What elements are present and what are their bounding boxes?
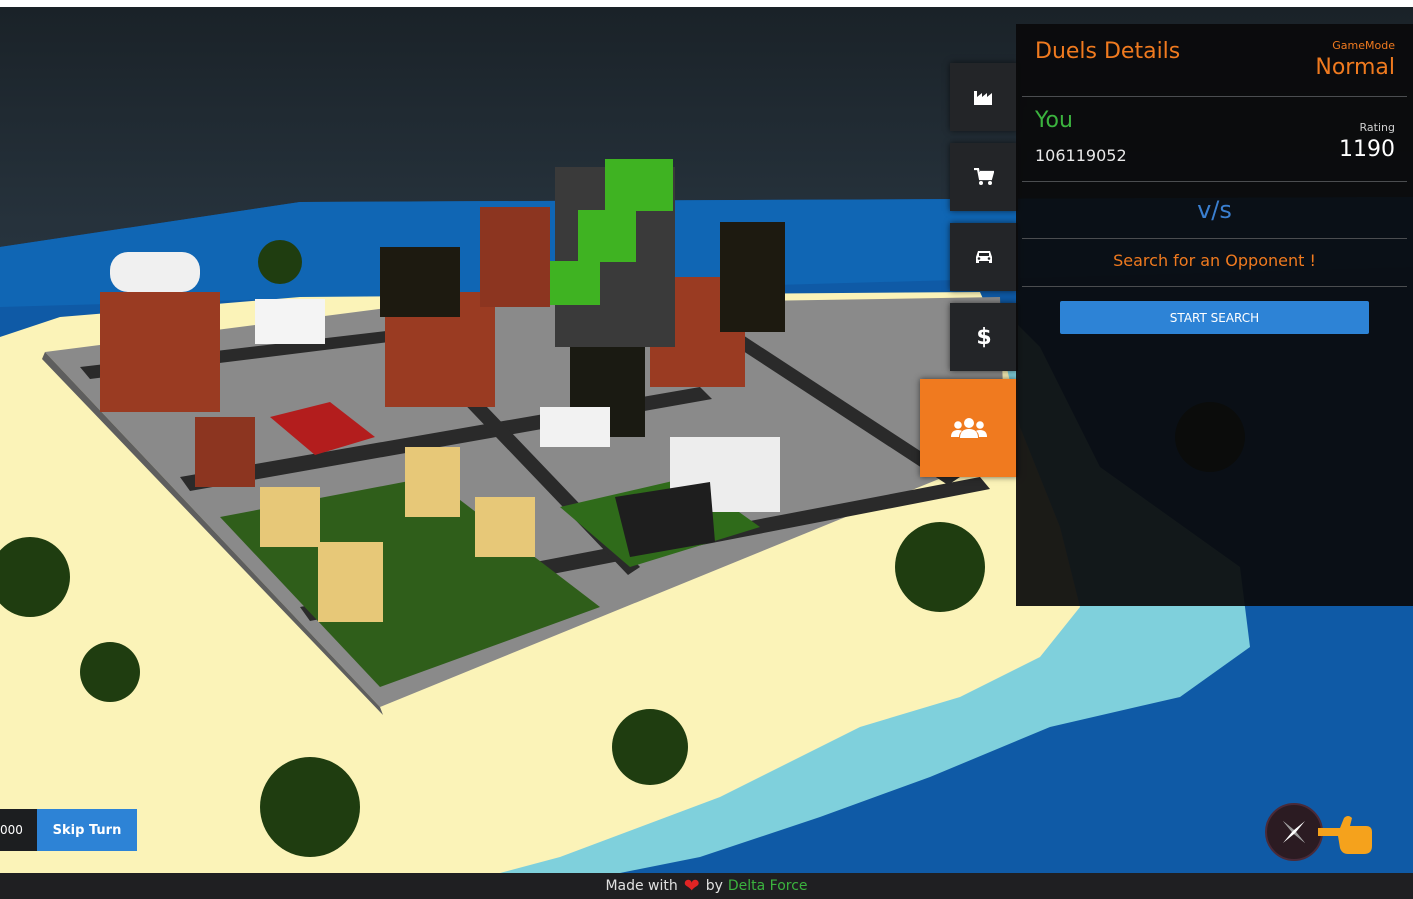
- player-label: You: [1035, 108, 1073, 133]
- heart-icon: ❤: [683, 874, 700, 897]
- shop-1: [260, 487, 320, 547]
- brick-building-5: [195, 417, 255, 487]
- white-building-1: [255, 299, 325, 344]
- industry-icon: [974, 91, 992, 105]
- shop-2: [405, 447, 460, 517]
- footer-made-with: Made with: [605, 878, 678, 894]
- divider: [1022, 181, 1407, 182]
- tower-block-1: [550, 261, 600, 305]
- compass-icon: [1283, 821, 1305, 843]
- duels-details-panel: Duels Details GameMode Normal You 106119…: [1016, 24, 1413, 606]
- white-building-3: [540, 407, 610, 447]
- white-dome: [110, 252, 200, 292]
- palm-tree-1: [895, 522, 985, 612]
- panel-title: Duels Details: [1035, 39, 1181, 64]
- palm-tree-5: [260, 757, 360, 857]
- rating-label: Rating: [1359, 121, 1395, 134]
- side-menu-vehicles-button[interactable]: [950, 223, 1018, 291]
- compass-button[interactable]: [1265, 803, 1323, 861]
- tower-block-2: [578, 210, 636, 262]
- rating-value: 1190: [1339, 137, 1395, 162]
- palm-tree-6: [258, 240, 302, 284]
- divider: [1022, 96, 1407, 97]
- skip-turn-button[interactable]: Skip Turn: [37, 809, 137, 851]
- search-status-message: Search for an Opponent !: [1113, 251, 1316, 270]
- shop-3: [475, 497, 535, 557]
- hand-pointer-icon: [1318, 816, 1372, 854]
- palm-tree-4: [612, 709, 688, 785]
- footer: Made with ❤ by Delta Force: [0, 873, 1413, 899]
- cart-icon: [974, 168, 994, 185]
- palm-tree-3: [80, 642, 140, 702]
- dollar-icon: $: [976, 324, 992, 350]
- tower-dark-2: [720, 222, 785, 332]
- side-menu-industry-button[interactable]: [950, 63, 1018, 131]
- shop-4: [318, 542, 383, 622]
- brick-building-1: [100, 292, 220, 412]
- side-menu-money-button[interactable]: $: [950, 303, 1018, 371]
- player-id: 106119052: [1035, 146, 1127, 165]
- gamemode-label: GameMode: [1332, 39, 1395, 52]
- footer-team-link[interactable]: Delta Force: [728, 878, 808, 894]
- brick-building-3: [480, 207, 550, 307]
- divider: [1022, 238, 1407, 239]
- divider: [1022, 286, 1407, 287]
- versus-label: v/s: [1197, 196, 1232, 224]
- side-menu-shop-button[interactable]: [950, 143, 1018, 211]
- car-icon: [976, 251, 992, 263]
- footer-by: by: [705, 878, 723, 894]
- side-menu-duels-button[interactable]: [920, 379, 1018, 477]
- gamemode-value: Normal: [1315, 55, 1395, 80]
- tower-block-3: [605, 159, 673, 211]
- start-search-button[interactable]: START SEARCH: [1060, 301, 1369, 334]
- money-display: 000: [0, 809, 37, 851]
- users-icon: [951, 418, 987, 438]
- tower-dark-3: [380, 247, 460, 317]
